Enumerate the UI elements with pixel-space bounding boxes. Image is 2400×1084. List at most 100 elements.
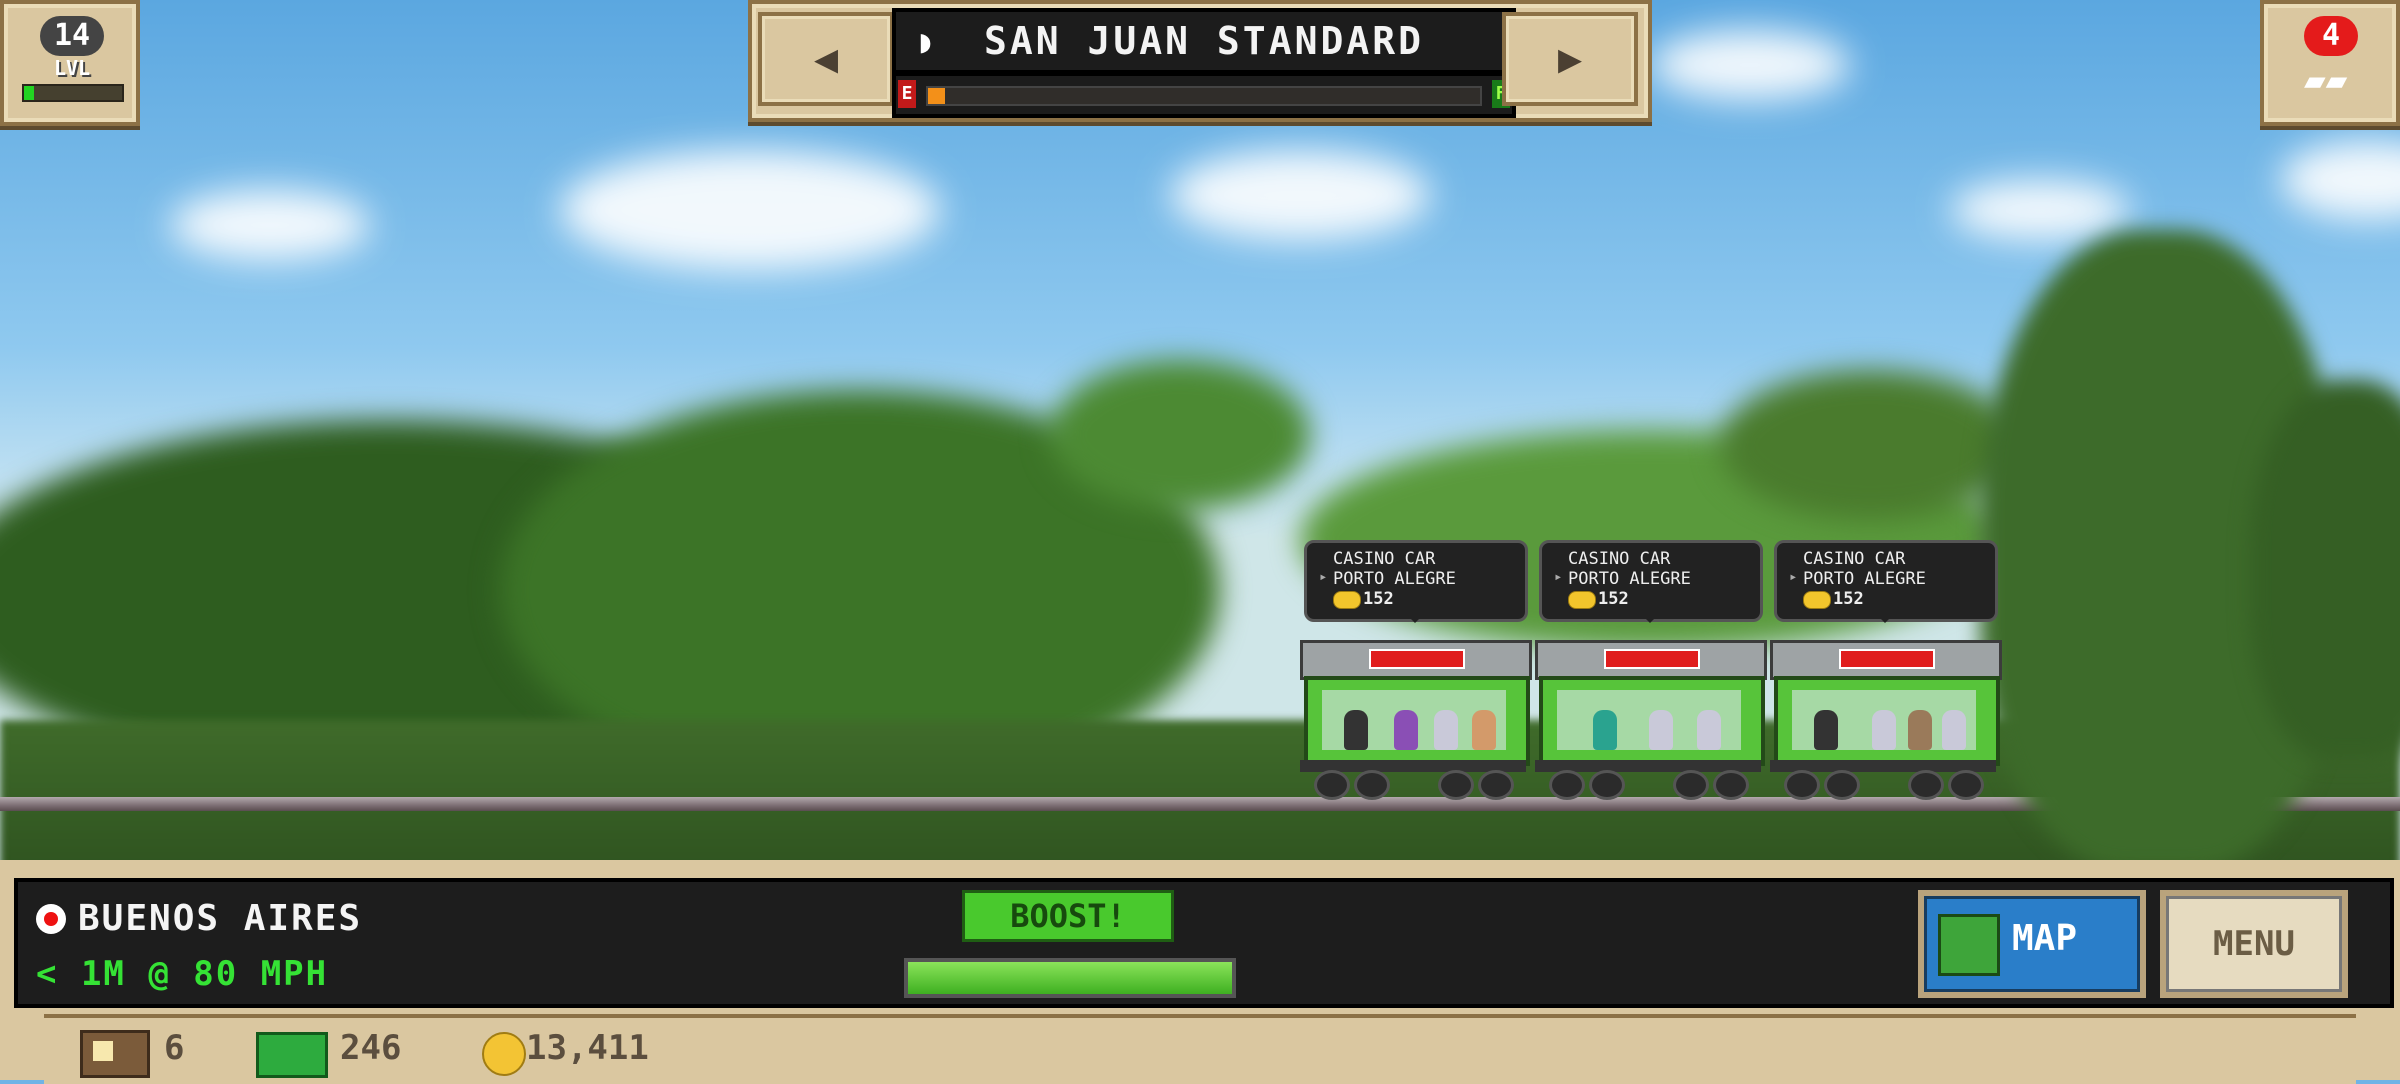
- coin-icon: [482, 1032, 526, 1076]
- next-train-button[interactable]: ▶: [1502, 12, 1638, 106]
- car-roof: [1300, 640, 1532, 680]
- map-button[interactable]: MAP: [1918, 890, 2146, 998]
- car-tooltip: CASINO CAR ▸ PORTO ALEGRE 152: [1539, 540, 1763, 623]
- casino-car[interactable]: [1770, 634, 2002, 800]
- bottom-hud: BUENOS AIRES < 1M @ 80 MPH BOOST! MAP ME…: [0, 860, 2400, 1084]
- chevron-right-icon: ▸: [1554, 569, 1563, 585]
- casino-sign: [1839, 649, 1935, 669]
- wheel: [1478, 770, 1514, 800]
- car-roof: [1535, 640, 1767, 680]
- chevron-right-icon: ▸: [1789, 569, 1798, 585]
- boost-button[interactable]: BOOST!: [962, 890, 1174, 942]
- route-icon: ◗: [915, 22, 939, 60]
- cash-count: 246: [340, 1028, 402, 1068]
- car-body: [1774, 676, 2000, 766]
- slot-machine: [1649, 710, 1673, 750]
- resource-bar: 6 246 13,411: [44, 1014, 2356, 1084]
- route-start-marker: E: [898, 80, 916, 108]
- casino-car[interactable]: [1300, 634, 1532, 800]
- wheel: [1549, 770, 1585, 800]
- foreground-tree: [2250, 380, 2400, 760]
- car-interior: [1792, 690, 1976, 750]
- car-type: CASINO CAR: [1803, 549, 1906, 569]
- wheel: [1438, 770, 1474, 800]
- level-progress-fill: [24, 86, 34, 100]
- station-name: BUENOS AIRES: [78, 898, 363, 939]
- coin-icon: [1803, 591, 1831, 609]
- car-coins: 152: [1363, 589, 1394, 609]
- chevron-right-icon: ▸: [1319, 569, 1328, 585]
- route-name: SAN JUAN STANDARD: [984, 19, 1424, 63]
- coin-icon: [1333, 591, 1361, 609]
- wheel: [1314, 770, 1350, 800]
- casino-sign: [1369, 649, 1465, 669]
- car-body: [1539, 676, 1765, 766]
- wheel: [1673, 770, 1709, 800]
- car-interior: [1557, 690, 1741, 750]
- route-title-box: ◗ SAN JUAN STANDARD: [892, 8, 1516, 74]
- cloud: [1170, 150, 1430, 240]
- wheel: [1354, 770, 1390, 800]
- passenger: [1472, 710, 1496, 750]
- wheel: [1589, 770, 1625, 800]
- passenger: [1814, 710, 1838, 750]
- casino-car[interactable]: [1535, 634, 1767, 800]
- station-icon: [36, 904, 66, 934]
- cloud: [1650, 30, 1850, 100]
- passenger: [1394, 710, 1418, 750]
- route-progress-fill: [928, 88, 945, 104]
- forest: [1050, 360, 1310, 510]
- route-progress-bar: E F: [892, 72, 1516, 118]
- car-type: CASINO CAR: [1333, 549, 1436, 569]
- game-scene: [0, 0, 2400, 870]
- route-progress-track: [926, 86, 1482, 106]
- cash-icon: [256, 1032, 328, 1078]
- level-number: 14: [40, 16, 104, 56]
- car-interior: [1322, 690, 1506, 750]
- wheel: [1824, 770, 1860, 800]
- car-roof: [1770, 640, 2002, 680]
- crate-icon: [80, 1030, 150, 1078]
- arrow-right-icon: ▶: [1557, 36, 1583, 82]
- level-badge[interactable]: 14 LVL: [0, 0, 140, 126]
- car-destination: PORTO ALEGRE: [1568, 569, 1691, 589]
- car-body: [1304, 676, 1530, 766]
- car-coins: 152: [1833, 589, 1864, 609]
- coin-count: 13,411: [526, 1028, 649, 1068]
- menu-button[interactable]: MENU: [2160, 890, 2348, 998]
- slot-machine: [1434, 710, 1458, 750]
- cloud: [560, 150, 940, 270]
- coin-icon: [1568, 591, 1596, 609]
- crate-count: 6: [164, 1028, 185, 1068]
- map-icon: [1938, 914, 2000, 976]
- route-bar: ◀ ◗ SAN JUAN STANDARD E F ▶: [748, 0, 1652, 122]
- boost-meter: [904, 958, 1236, 998]
- status-panel: BUENOS AIRES < 1M @ 80 MPH BOOST! MAP ME…: [14, 878, 2394, 1008]
- wheel: [1908, 770, 1944, 800]
- trains-button[interactable]: 4 ▰▰: [2260, 0, 2400, 126]
- car-tooltip: CASINO CAR ▸ PORTO ALEGRE 152: [1774, 540, 1998, 623]
- cloud: [1950, 180, 2130, 240]
- slot-machine: [1697, 710, 1721, 750]
- car-tooltip: CASINO CAR ▸ PORTO ALEGRE 152: [1304, 540, 1528, 623]
- map-button-label: MAP: [2012, 918, 2078, 959]
- wheel: [1713, 770, 1749, 800]
- slot-machine: [1872, 710, 1896, 750]
- car-coins: 152: [1598, 589, 1629, 609]
- arrow-left-icon: ◀: [813, 36, 839, 82]
- wheel: [1948, 770, 1984, 800]
- slot-machine: [1942, 710, 1966, 750]
- car-destination: PORTO ALEGRE: [1803, 569, 1926, 589]
- car-destination: PORTO ALEGRE: [1333, 569, 1456, 589]
- prev-train-button[interactable]: ◀: [758, 12, 894, 106]
- wheel: [1784, 770, 1820, 800]
- passenger: [1344, 710, 1368, 750]
- casino-sign: [1604, 649, 1700, 669]
- cloud: [170, 190, 370, 260]
- level-progress-bar: [22, 84, 124, 102]
- train-count-badge: 4: [2304, 16, 2358, 56]
- train-icon: ▰▰: [2304, 60, 2348, 101]
- level-label: LVL: [53, 56, 91, 80]
- passenger: [1908, 710, 1932, 750]
- boost-meter-fill: [908, 962, 1232, 994]
